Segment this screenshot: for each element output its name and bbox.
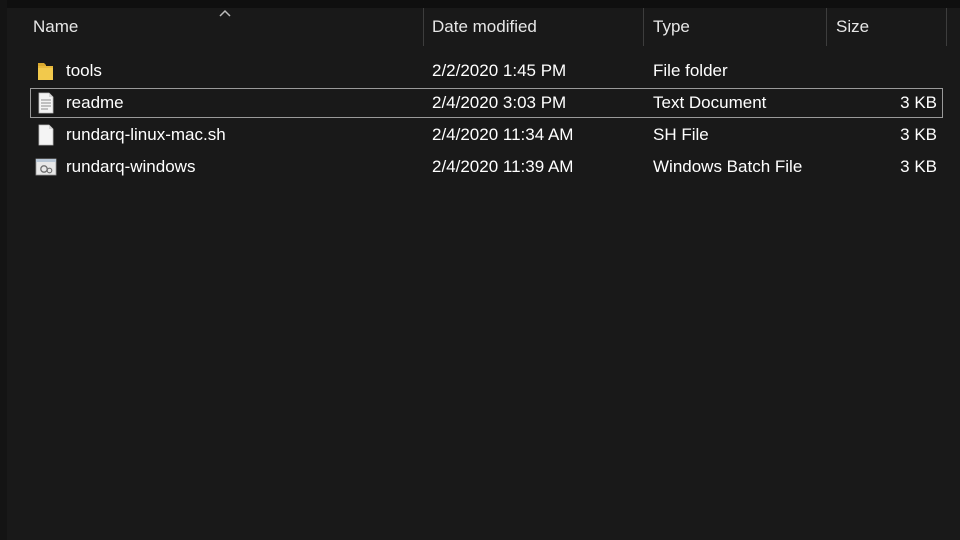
file-type: Windows Batch File	[653, 157, 803, 176]
file-type: File folder	[653, 61, 728, 80]
column-separator[interactable]	[946, 8, 947, 46]
file-name: tools	[66, 61, 102, 80]
file-type: Text Document	[653, 93, 767, 112]
file-explorer-window: Name Date modified Type Size tools 2/2/2…	[0, 0, 960, 540]
left-edge	[0, 0, 7, 540]
file-date-modified: 2/4/2020 11:34 AM	[432, 125, 574, 144]
file-row-readme[interactable]: readme 2/4/2020 3:03 PM Text Document 3 …	[30, 88, 943, 118]
file-type: SH File	[653, 125, 709, 144]
column-header-date-modified[interactable]: Date modified	[432, 8, 537, 46]
file-date-modified: 2/4/2020 3:03 PM	[432, 93, 567, 112]
file-row-rundarq-windows[interactable]: rundarq-windows 2/4/2020 11:39 AM Window…	[30, 152, 943, 182]
file-icon	[38, 124, 54, 146]
file-date-modified: 2/4/2020 11:39 AM	[432, 157, 574, 176]
file-row-tools[interactable]: tools 2/2/2020 1:45 PM File folder	[30, 56, 943, 86]
column-separator[interactable]	[826, 8, 827, 46]
file-size: 3 KB	[900, 93, 937, 112]
file-row-rundarq-linux-mac-sh[interactable]: rundarq-linux-mac.sh 2/4/2020 11:34 AM S…	[30, 120, 943, 150]
file-date-modified: 2/2/2020 1:45 PM	[432, 61, 567, 80]
file-name: readme	[66, 93, 124, 112]
file-size: 3 KB	[900, 157, 937, 176]
sort-up-icon	[219, 9, 231, 17]
folder-icon	[38, 63, 53, 80]
column-separator[interactable]	[643, 8, 644, 46]
text-document-icon	[38, 92, 54, 114]
file-name: rundarq-windows	[66, 157, 196, 176]
column-header-size[interactable]: Size	[836, 8, 869, 46]
column-separator[interactable]	[423, 8, 424, 46]
batch-file-icon	[35, 158, 57, 176]
column-header-name[interactable]: Name	[33, 8, 78, 46]
file-name: rundarq-linux-mac.sh	[66, 125, 226, 144]
column-header-type[interactable]: Type	[653, 8, 690, 46]
column-header-bar: Name Date modified Type Size	[0, 8, 960, 46]
file-size: 3 KB	[900, 125, 937, 144]
top-strip	[0, 0, 960, 8]
